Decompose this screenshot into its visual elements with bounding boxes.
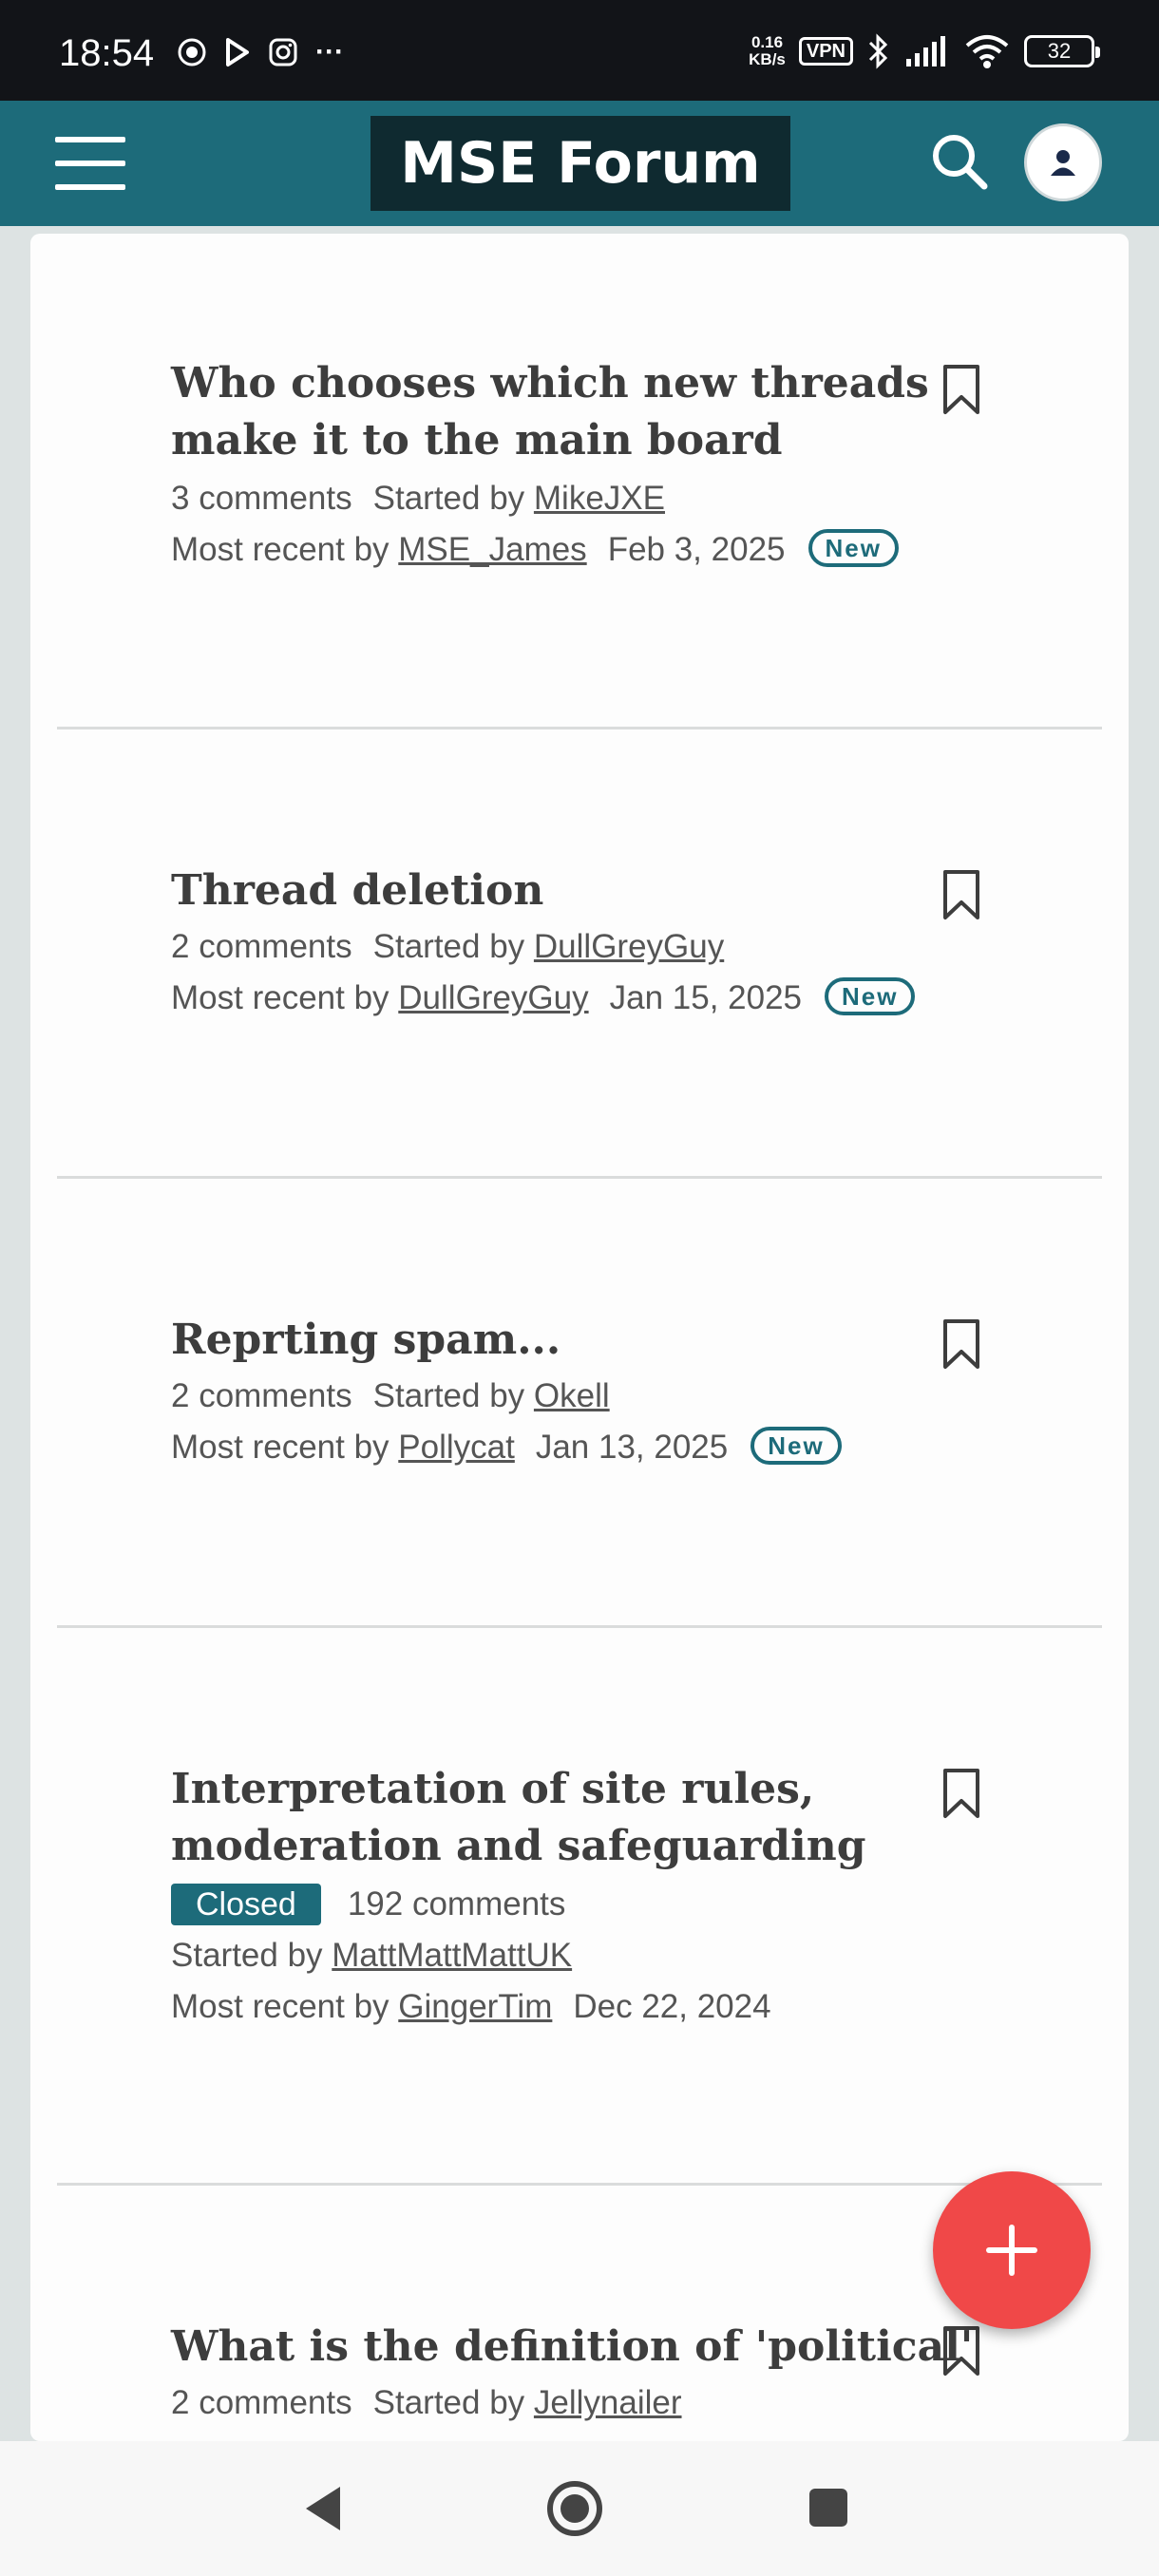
network-speed: 0.16 KB/s (749, 33, 786, 68)
status-time: 18:54 (59, 32, 155, 74)
bookmark-icon[interactable] (940, 868, 982, 921)
site-logo[interactable]: MSE Forum (370, 116, 790, 211)
thread-list: Who chooses which new threads make it to … (30, 234, 1129, 2441)
closed-badge: Closed (171, 1884, 321, 1925)
system-indicators: 0.16 KB/s VPN 32 (749, 32, 1100, 70)
more-notifications-icon: ··· (315, 36, 344, 67)
recent-by-link[interactable]: Pollycat (398, 1429, 515, 1466)
plus-icon (986, 2225, 1037, 2276)
thread-meta: 2 comments Started by Okell (171, 1377, 610, 1414)
instagram-icon (269, 38, 297, 66)
home-circle-icon[interactable] (545, 2479, 604, 2538)
thread-title[interactable]: Thread deletion (171, 862, 988, 919)
thread-date: Jan 15, 2025 (609, 979, 803, 1016)
comment-count: 192 comments (347, 1885, 566, 1923)
thread-date: Feb 3, 2025 (607, 531, 786, 568)
thread-item[interactable]: Thread deletion 2 comments Started by Dul… (57, 729, 1102, 1179)
new-badge: New (808, 529, 899, 567)
hamburger-icon (55, 137, 125, 142)
thread-date: Jan 13, 2025 (535, 1429, 729, 1466)
bookmark-icon[interactable] (940, 363, 982, 416)
vpn-badge: VPN (798, 37, 853, 66)
play-icon (226, 38, 249, 66)
thread-started: Started by MattMattMattUK (171, 1937, 573, 1974)
thread-meta: 2 comments Started by Jellynailer (171, 2384, 682, 2421)
thread-recent: Most recent by DullGreyGuy Jan 15, 2025 Ne… (171, 973, 988, 1024)
new-thread-button[interactable] (933, 2171, 1091, 2329)
bookmark-icon[interactable] (940, 1767, 982, 1820)
started-by-link[interactable]: DullGreyGuy (534, 928, 724, 965)
thread-title[interactable]: Reprting spam... (171, 1312, 988, 1369)
search-icon (933, 135, 988, 190)
thread-meta: Closed 192 comments (171, 1879, 988, 1930)
thread-recent: Most recent by GingerTim Dec 22, 2024 (171, 1988, 771, 2025)
thread-recent: Most recent by Pollycat Jan 13, 2025 New (171, 1422, 988, 1473)
avatar-button[interactable] (1024, 123, 1102, 201)
bookmark-icon[interactable] (940, 2324, 982, 2377)
comment-count: 2 comments (171, 928, 352, 965)
signal-icon (906, 36, 945, 66)
started-by-link[interactable]: Jellynailer (534, 2384, 682, 2421)
search-button[interactable] (929, 131, 990, 192)
back-triangle-icon[interactable] (302, 2483, 344, 2534)
wifi-icon (965, 35, 1009, 68)
recent-by-link[interactable]: MSE_James (398, 531, 586, 568)
user-icon (1051, 150, 1075, 176)
app-header: MSE Forum (0, 101, 1159, 226)
thread-meta: 3 comments Started by MikeJXE (171, 480, 665, 517)
thread-title[interactable]: Interpretation of site rules, moderation … (171, 1761, 988, 1875)
menu-button[interactable] (55, 137, 127, 190)
thread-meta: 2 comments Started by DullGreyGuy (171, 928, 725, 965)
started-by-link[interactable]: MikeJXE (534, 480, 665, 517)
system-nav-bar (0, 2441, 1159, 2576)
thread-date: Dec 22, 2024 (573, 1988, 771, 2025)
comment-count: 2 comments (171, 2384, 352, 2421)
thread-item[interactable]: Who chooses which new threads make it to … (57, 234, 1102, 729)
bluetooth-icon (868, 33, 888, 69)
thread-item[interactable]: Interpretation of site rules, moderation … (57, 1628, 1102, 2186)
app-notification-icon (178, 38, 206, 66)
thread-item[interactable]: Reprting spam... 2 comments Started by Ok… (57, 1179, 1102, 1628)
battery-indicator: 32 (1024, 35, 1100, 67)
recents-square-icon[interactable] (808, 2487, 849, 2529)
started-by-link[interactable]: Okell (534, 1377, 610, 1414)
comment-count: 3 comments (171, 480, 352, 517)
new-badge: New (750, 1427, 842, 1465)
comment-count: 2 comments (171, 1377, 352, 1414)
recent-by-link[interactable]: GingerTim (398, 1988, 552, 2025)
thread-title[interactable]: What is the definition of 'political' (171, 2319, 1026, 2376)
started-by-link[interactable]: MattMattMattUK (332, 1937, 572, 1974)
status-bar: 18:54 ··· 0.16 KB/s VPN 32 (0, 0, 1159, 101)
notification-icons: ··· (177, 36, 344, 68)
new-badge: New (825, 977, 916, 1015)
recent-by-link[interactable]: DullGreyGuy (398, 979, 588, 1016)
bookmark-icon[interactable] (940, 1317, 982, 1371)
thread-title[interactable]: Who chooses which new threads make it to … (171, 355, 988, 469)
thread-recent: Most recent by MSE_James Feb 3, 2025 New (171, 524, 988, 576)
